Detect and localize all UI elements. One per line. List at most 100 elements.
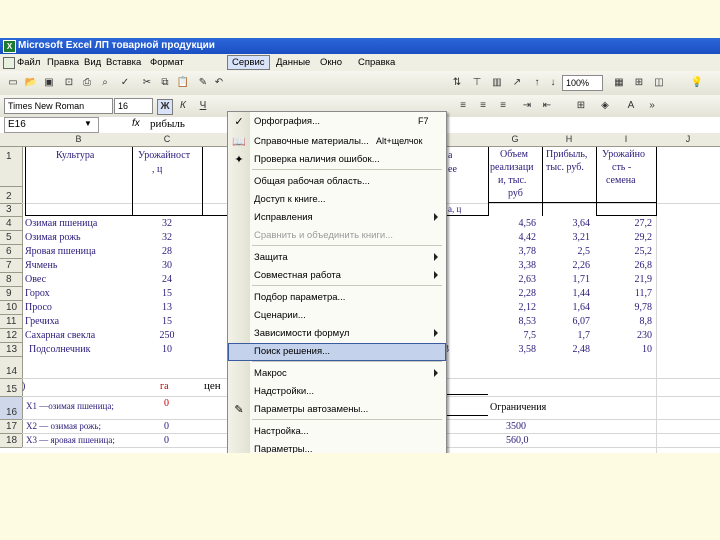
crop-seed-yield[interactable]: 9,78 [596,302,653,313]
menu-insert[interactable]: Вставка [106,57,141,68]
font-color-icon[interactable]: A [624,99,638,113]
col-header-h[interactable]: H [542,133,597,147]
outdent-icon[interactable]: ⇤ [540,99,554,113]
crop-profit[interactable]: 1,44 [542,288,591,299]
window-icon[interactable]: ◫ [652,76,666,90]
crop-name[interactable]: Просо [25,302,132,313]
menu-item[interactable]: Сценарии... [228,307,446,325]
crop-seed-yield[interactable]: 29,2 [596,232,653,243]
col-header-c[interactable]: C [132,133,203,147]
open-icon[interactable]: 📂 [24,76,38,90]
permission-icon[interactable]: ⊡ [62,76,76,90]
row-header[interactable]: 15 [0,379,23,397]
crop-yield[interactable]: 250 [132,330,202,341]
header-volume-1[interactable]: Объем [500,149,528,160]
crop-yield[interactable]: 32 [132,218,202,229]
chevron-down-icon[interactable]: ▼ [84,119,92,128]
var-value-3[interactable]: 0 [164,435,169,446]
document-icon[interactable] [3,57,15,69]
crop-volume[interactable]: 8,53 [488,316,537,327]
col-header-d[interactable] [202,133,229,147]
row-header[interactable]: 7 [0,259,23,273]
var-g-2[interactable]: 3500 [506,421,526,432]
menu-item[interactable]: Доступ к книге... [228,191,446,209]
crop-profit[interactable]: 2,48 [542,344,591,355]
menu-item[interactable]: Поиск решения... [228,343,446,361]
header-yield-2[interactable]: , ц [152,164,162,175]
crop-yield[interactable]: 24 [132,274,202,285]
crop-volume[interactable]: 2,63 [488,274,537,285]
cut-icon[interactable]: ✂ [140,76,154,90]
crop-volume[interactable]: 2,28 [488,288,537,299]
menu-window[interactable]: Окно [320,57,342,68]
col-header-b[interactable]: B [25,133,133,147]
sort-asc-icon[interactable]: ↑ [530,76,544,90]
font-name-box[interactable]: Times New Roman [4,98,113,114]
select-all-corner[interactable] [0,133,23,147]
zoom-box[interactable]: 100% [562,75,603,91]
crop-name[interactable]: Озимая пшеница [25,218,132,229]
crop-volume[interactable]: 4,56 [488,218,537,229]
row-header[interactable]: 18 [0,434,23,448]
crop-profit[interactable]: 3,21 [542,232,591,243]
crop-profit[interactable]: 6,07 [542,316,591,327]
crop-yield[interactable]: 15 [132,288,202,299]
sort-desc-icon[interactable]: ↓ [546,76,560,90]
menu-tools[interactable]: Сервис [227,55,270,70]
col-header-f[interactable] [446,133,489,147]
align-right-icon[interactable]: ≡ [496,99,510,113]
grid-icon[interactable]: ⊞ [632,76,646,90]
crop-profit[interactable]: 1,71 [542,274,591,285]
menu-item[interactable]: Совместная работа [228,267,446,285]
crop-seed-yield[interactable]: 27,2 [596,218,653,229]
save-icon[interactable]: ▣ [42,76,56,90]
crop-seed-yield[interactable]: 21,9 [596,274,653,285]
menu-item[interactable]: ✎ Параметры автозамены... [228,401,446,419]
crop-seed-yield[interactable]: 10 [596,344,652,355]
drawing-icon[interactable]: ↗ [510,76,524,90]
menu-item[interactable]: ✓ Орфография... F7 [228,113,446,131]
format-painter-icon[interactable]: ✎ [196,76,210,90]
row-header[interactable]: 14 [0,357,23,379]
var-value-2[interactable]: 0 [164,421,169,432]
row-header[interactable]: 10 [0,301,23,315]
crop-volume[interactable]: 2,12 [488,302,537,313]
constraints-label[interactable]: Ограничения [490,402,546,413]
header-volume-3[interactable]: и, тыс. [498,175,526,186]
menu-format[interactable]: Формат [150,57,184,68]
menu-item[interactable]: Надстройки... [228,383,446,401]
row-header[interactable]: 2 [0,187,23,204]
row-header[interactable]: 12 [0,329,23,343]
crop-yield[interactable]: 15 [132,316,202,327]
header-culture[interactable]: Культура [56,150,94,161]
fx-icon[interactable]: fx [132,118,140,129]
menu-item[interactable]: Сравнить и объединить книги... [228,227,446,245]
toolbar-options-icon[interactable]: » [645,99,659,113]
spelling-icon[interactable]: ✓ [118,76,132,90]
copy-icon[interactable]: ⧉ [158,76,172,90]
menu-edit[interactable]: Правка [47,57,79,68]
var-name-2[interactable]: Х2 — озимая рожь; [26,421,101,431]
menu-help[interactable]: Справка [358,57,395,68]
cell-d15[interactable]: цен [204,380,221,392]
header-profit-2[interactable]: тыс. руб. [546,162,584,173]
cell-c15[interactable]: га [160,381,169,392]
font-size-box[interactable]: 16 [114,98,153,114]
crop-name[interactable]: Яровая пшеница [25,246,132,257]
menu-view[interactable]: Вид [84,57,101,68]
menu-item[interactable]: Настройка... [228,423,446,441]
crop-name[interactable]: Гречиха [25,316,132,327]
menu-item[interactable]: Исправления [228,209,446,227]
crop-profit[interactable]: 1,7 [542,330,591,341]
col-header-j[interactable]: J [656,133,720,147]
crop-profit[interactable]: 2,5 [542,246,591,257]
preview-icon[interactable]: ⌕ [98,76,112,90]
undo-icon[interactable]: ↶ [212,76,226,90]
crop-profit[interactable]: 3,64 [542,218,591,229]
row-header[interactable]: 4 [0,217,23,231]
header-e-3[interactable]: а, ц [448,204,461,214]
crop-name[interactable]: Горох [25,288,132,299]
var-value-1[interactable]: 0 [164,398,169,409]
menu-item[interactable]: Макрос [228,365,446,383]
header-yield-seed-2[interactable]: сть - [612,162,631,173]
